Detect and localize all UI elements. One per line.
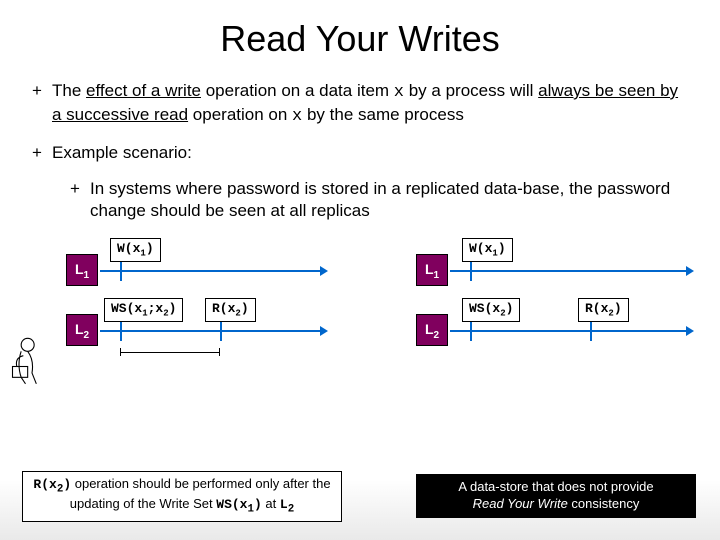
op-R-left: R(x2) bbox=[205, 298, 256, 322]
bullet-2-text: Example scenario: bbox=[52, 142, 192, 164]
caption-left: R(x2) operation should be performed only… bbox=[22, 471, 342, 522]
slide-title: Read Your Writes bbox=[0, 18, 720, 60]
label-L2-left: L2 bbox=[66, 314, 98, 346]
bullet-2a: + In systems where password is stored in… bbox=[70, 178, 688, 222]
bullet-2: + Example scenario: bbox=[32, 142, 688, 164]
label-L1-left: L1 bbox=[66, 254, 98, 286]
plus-icon: + bbox=[32, 80, 52, 128]
bullet-1: + The effect of a write operation on a d… bbox=[32, 80, 688, 128]
timeline-L1-left bbox=[100, 270, 320, 272]
plus-icon: + bbox=[70, 178, 90, 222]
diagram: L1 W(x1) L2 WS(x1;x2) R(x2) L1 W(x1) L2 … bbox=[0, 236, 720, 426]
caption-right: A data-store that does not provide Read … bbox=[416, 474, 696, 518]
op-W-x1-right: W(x1) bbox=[462, 238, 513, 262]
timeline-L2-right bbox=[450, 330, 686, 332]
op-WS-left: WS(x1;x2) bbox=[104, 298, 183, 322]
bullet-list: + The effect of a write operation on a d… bbox=[32, 80, 688, 222]
op-W-x1-left: W(x1) bbox=[110, 238, 161, 262]
timeline-L2-left bbox=[100, 330, 320, 332]
timeline-L1-right bbox=[450, 270, 686, 272]
bullet-1-text: The effect of a write operation on a dat… bbox=[52, 80, 688, 128]
plus-icon: + bbox=[32, 142, 52, 164]
bullet-2a-text: In systems where password is stored in a… bbox=[90, 178, 688, 222]
label-L1-right: L1 bbox=[416, 254, 448, 286]
op-WS-right: WS(x2) bbox=[462, 298, 520, 322]
connector-left bbox=[120, 352, 220, 353]
slide: Read Your Writes + The effect of a write… bbox=[0, 0, 720, 540]
op-R-right: R(x2) bbox=[578, 298, 629, 322]
label-L2-right: L2 bbox=[416, 314, 448, 346]
